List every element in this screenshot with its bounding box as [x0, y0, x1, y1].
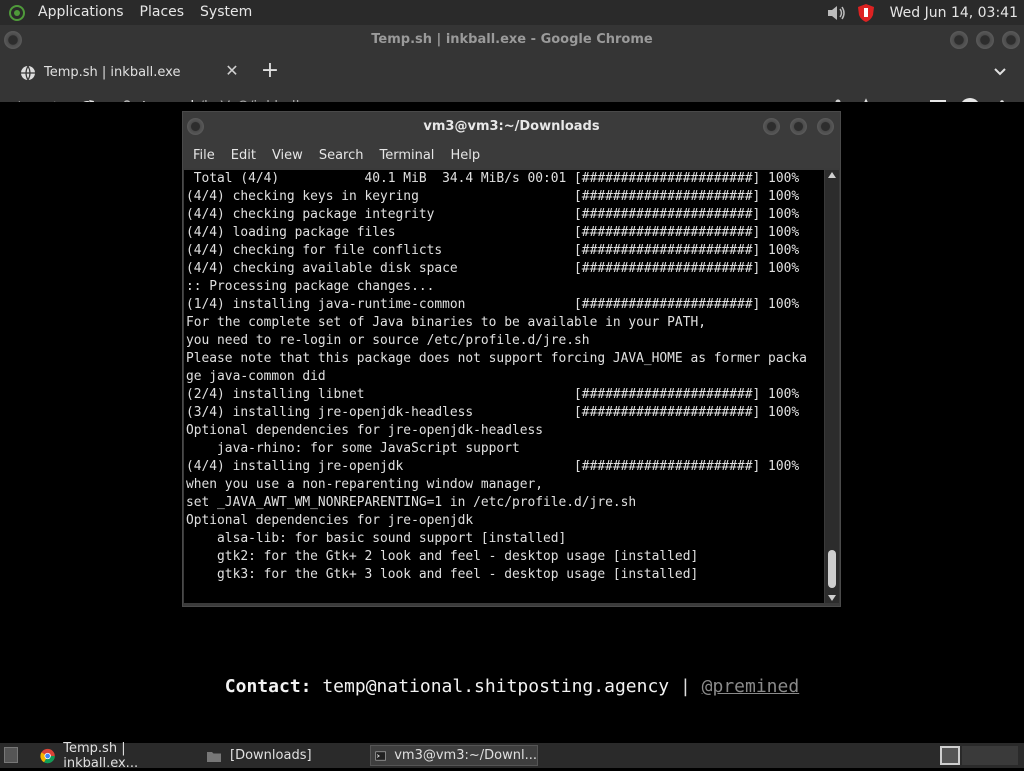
task-chrome-label: Temp.sh | inkball.ex... [63, 740, 139, 771]
tab-temp-sh[interactable]: Temp.sh | inkball.exe ✕ [8, 57, 248, 88]
bottom-taskbar: Temp.sh | inkball.ex... [Downloads] vm3@… [0, 741, 1024, 771]
contact-email: temp@national.shitposting.agency [322, 676, 670, 697]
menu-search[interactable]: Search [311, 148, 372, 163]
task-downloads-label: [Downloads] [230, 748, 312, 763]
menu-places[interactable]: Places [132, 0, 193, 25]
tab-title: Temp.sh | inkball.exe [44, 65, 181, 80]
contact-handle-link[interactable]: @premined [702, 676, 800, 697]
task-terminal[interactable]: vm3@vm3:~/Downl... [370, 745, 538, 766]
contact-label: Contact: [224, 676, 312, 697]
menu-edit[interactable]: Edit [223, 148, 264, 163]
menu-terminal[interactable]: Terminal [371, 148, 442, 163]
shield-icon[interactable] [856, 3, 876, 23]
terminal-scrollbar[interactable] [825, 170, 839, 603]
terminal-text: Total (4/4) 40.1 MiB 34.4 MiB/s 00:01 [#… [186, 171, 807, 582]
chevron-down-icon[interactable] [990, 61, 1010, 81]
terminal-maximize-button[interactable] [790, 118, 807, 135]
new-tab-button[interactable]: + [258, 59, 282, 83]
terminal-window: vm3@vm3:~/Downloads File Edit View Searc… [182, 111, 841, 607]
menu-file[interactable]: File [185, 148, 223, 163]
terminal-titlebar: vm3@vm3:~/Downloads [183, 112, 840, 142]
folder-icon [207, 751, 221, 762]
menu-system[interactable]: System [192, 0, 260, 25]
task-terminal-label: vm3@vm3:~/Downl... [394, 748, 537, 763]
contact-line: Contact: temp@national.shitposting.agenc… [0, 676, 1024, 697]
volume-icon[interactable] [826, 3, 848, 23]
scroll-down-arrow-icon[interactable] [828, 595, 836, 601]
workspace-switcher-1[interactable] [940, 746, 960, 765]
terminal-window-menu-button[interactable] [187, 118, 204, 135]
scrollbar-thumb[interactable] [828, 550, 836, 588]
terminal-icon [375, 750, 386, 761]
scroll-up-arrow-icon[interactable] [828, 172, 836, 178]
task-downloads[interactable]: [Downloads] [202, 745, 366, 766]
task-chrome[interactable]: Temp.sh | inkball.ex... [36, 741, 198, 771]
chrome-icon [40, 748, 55, 763]
maximize-button[interactable] [976, 31, 994, 49]
chrome-window-title: Temp.sh | inkball.exe - Google Chrome [371, 32, 653, 47]
terminal-output[interactable]: Total (4/4) 40.1 MiB 34.4 MiB/s 00:01 [#… [184, 170, 824, 603]
window-menu-button[interactable] [4, 31, 22, 49]
minimize-button[interactable] [950, 31, 968, 49]
distro-logo-icon[interactable] [6, 4, 28, 22]
top-panel: Applications Places System Wed Jun 14, 0… [0, 0, 1024, 25]
close-icon[interactable]: ✕ [224, 63, 240, 79]
close-button[interactable] [1002, 31, 1020, 49]
globe-icon [21, 65, 35, 80]
menu-help[interactable]: Help [442, 148, 488, 163]
web-page: vm3@vm3:~/Downloads File Edit View Searc… [0, 102, 1024, 718]
contact-separator: | [679, 676, 691, 697]
show-desktop-button[interactable] [4, 747, 18, 763]
chrome-titlebar: Temp.sh | inkball.exe - Google Chrome [0, 25, 1024, 55]
clock[interactable]: Wed Jun 14, 03:41 [890, 5, 1018, 21]
terminal-menubar: File Edit View Search Terminal Help [183, 142, 840, 168]
tab-strip: Temp.sh | inkball.exe ✕ + [0, 55, 1024, 88]
menu-applications[interactable]: Applications [30, 0, 132, 25]
terminal-minimize-button[interactable] [763, 118, 780, 135]
terminal-title: vm3@vm3:~/Downloads [423, 119, 600, 134]
terminal-close-button[interactable] [817, 118, 834, 135]
workspace-switcher-area[interactable] [962, 746, 1018, 765]
menu-view[interactable]: View [264, 148, 311, 163]
